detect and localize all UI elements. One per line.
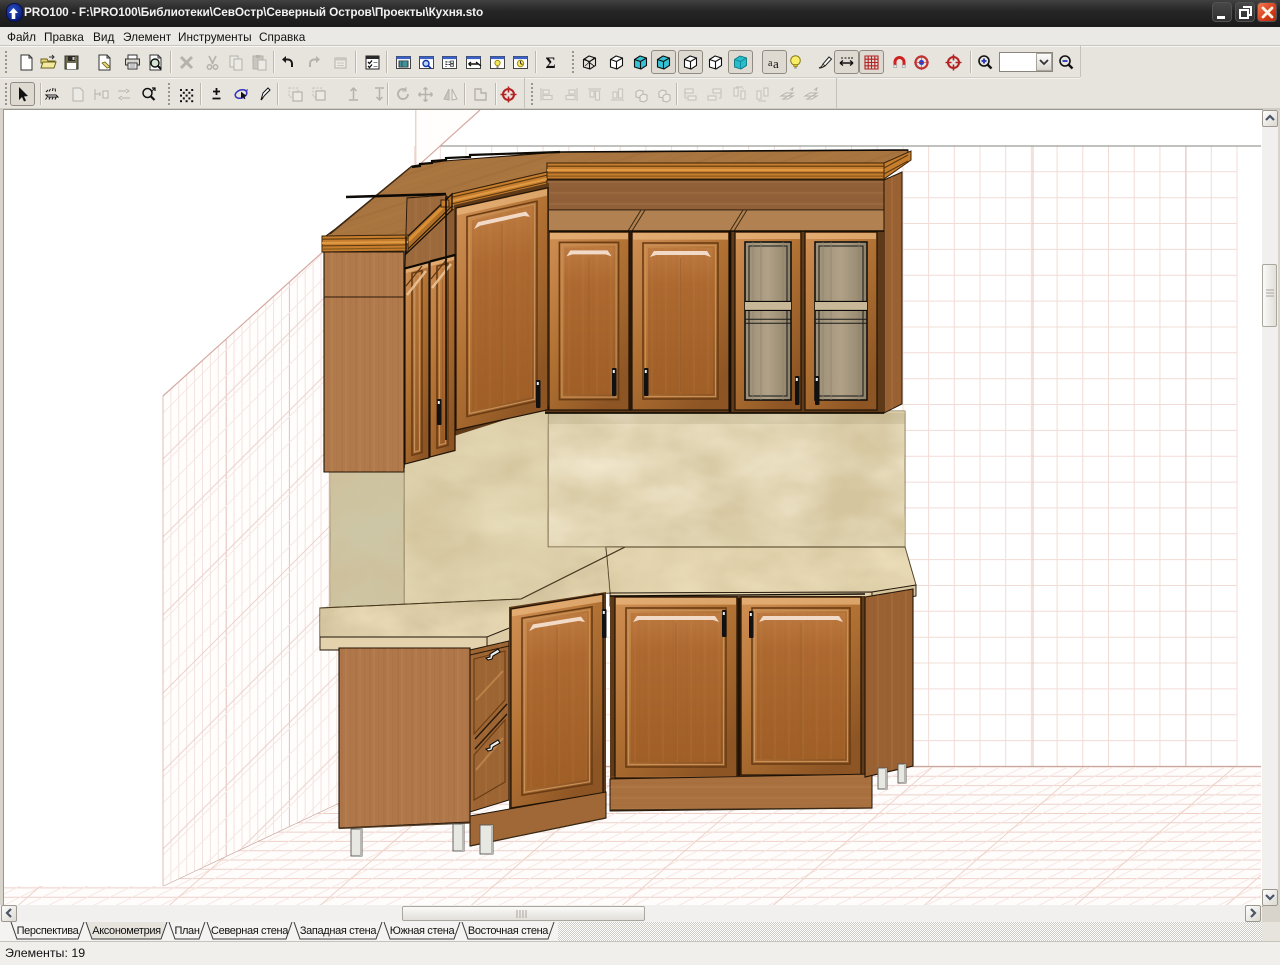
svg-text:Σ: Σ <box>546 55 556 71</box>
svg-text:a: a <box>773 56 779 71</box>
